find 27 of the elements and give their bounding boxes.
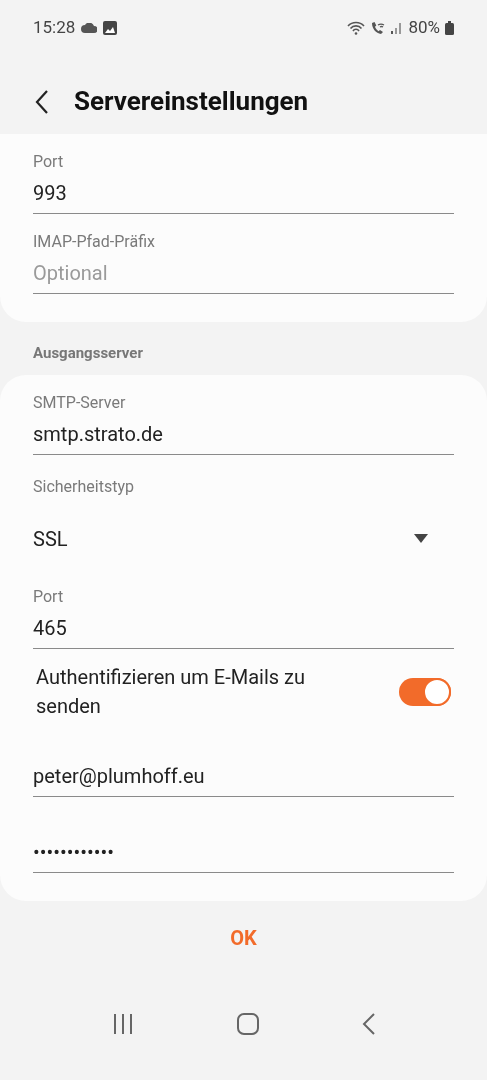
back-icon[interactable] [361, 1013, 376, 1036]
field-label: Sicherheitstyp [33, 476, 135, 497]
home-icon[interactable] [236, 1013, 259, 1036]
input-field[interactable]: smtp.strato.de [33, 420, 454, 455]
image-icon [103, 20, 118, 35]
security-dropdown[interactable]: SSL [33, 508, 454, 569]
status-time: 15:28 [33, 15, 76, 39]
input-field[interactable]: peter@plumhoff.eu [33, 762, 454, 797]
field-label: Port [33, 152, 65, 172]
page-title: Servereinstellungen [74, 85, 309, 118]
wifi-call-icon [370, 20, 387, 35]
dropdown-caret-icon [414, 534, 428, 543]
wifi-icon [347, 20, 366, 35]
section-title: Ausgangsserver [32, 343, 144, 364]
field-label: Port [33, 586, 65, 607]
toggle-label: Authentifizieren um E-Mails zu senden [35, 663, 306, 720]
battery-percent: 80% [408, 15, 440, 39]
recent-apps-icon[interactable] [111, 1014, 134, 1035]
input-field[interactable]: •••••••••••• [33, 838, 454, 873]
field-label: SMTP-Server [33, 392, 127, 413]
input-field[interactable]: 993 [33, 180, 454, 214]
field-label: IMAP-Pfad-Präfix [33, 232, 156, 252]
auth-toggle[interactable] [399, 677, 451, 706]
input-field[interactable]: 465 [33, 614, 454, 649]
cloud-icon [81, 22, 98, 33]
battery-icon [445, 20, 454, 35]
signal-icon [391, 21, 404, 34]
